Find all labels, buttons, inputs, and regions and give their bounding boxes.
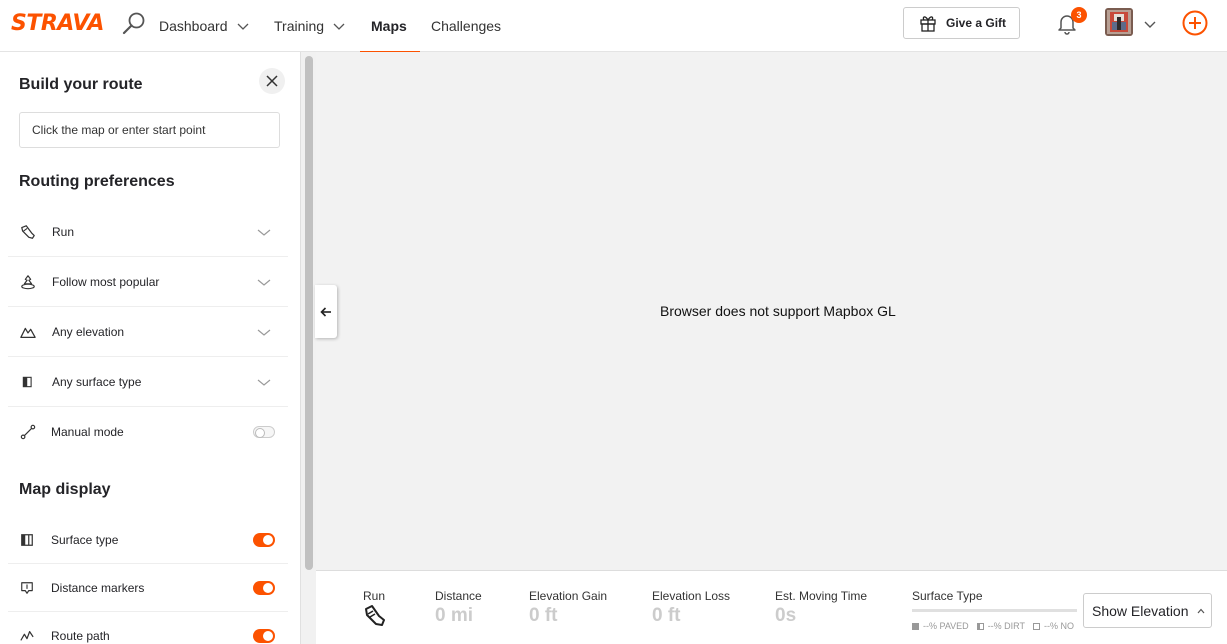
manual-mode-toggle[interactable] [253, 426, 275, 438]
nav-training-label: Training [274, 18, 325, 34]
nav-maps[interactable]: Maps [360, 0, 420, 53]
chevron-down-icon [257, 279, 271, 286]
shoe-icon [365, 605, 385, 626]
surface-icon [19, 373, 37, 391]
distance-markers-row: Distance markers [8, 564, 288, 612]
elevation-loss-label: Elevation Loss [652, 589, 731, 603]
surface-type-summary-label: Surface Type [912, 589, 983, 603]
elevation-gain-label: Elevation Gain [529, 589, 608, 603]
close-icon [266, 75, 278, 87]
moving-time-stat: Est. Moving Time 0s [775, 589, 867, 627]
surface-type-summary: Surface Type --% PAVED --% DIRT --% NO [912, 589, 1082, 631]
popular-icon [19, 273, 37, 291]
route-path-label: Route path [51, 628, 110, 643]
distance-markers-toggle[interactable] [253, 580, 275, 595]
elevation-gain-stat: Elevation Gain 0 ft [529, 589, 607, 627]
manual-mode-row: Manual mode [8, 407, 288, 457]
elevation-loss-stat: Elevation Loss 0 ft [652, 589, 730, 627]
start-point-input[interactable] [19, 112, 280, 148]
legend-paved-label: --% PAVED [923, 621, 969, 631]
moving-time-label: Est. Moving Time [775, 589, 868, 603]
chevron-down-icon[interactable] [1143, 17, 1157, 31]
show-elevation-button[interactable]: Show Elevation [1083, 593, 1212, 628]
chevron-down-icon [333, 23, 345, 30]
arrow-left-icon [320, 306, 331, 317]
route-path-row: Route path [8, 612, 288, 644]
map-unsupported-message: Browser does not support Mapbox GL [660, 303, 896, 319]
shoe-icon [19, 223, 37, 241]
avatar-image [1105, 8, 1133, 36]
add-plus-icon[interactable] [1182, 10, 1208, 36]
legend-unknown: --% NO [1033, 621, 1074, 631]
notification-badge: 3 [1071, 7, 1087, 23]
avatar[interactable] [1105, 8, 1133, 36]
chevron-down-icon [257, 329, 271, 336]
gift-icon [920, 16, 936, 32]
route-builder-sidebar: Build your route Routing preferences Run… [0, 52, 300, 644]
elevation-loss-value: 0 ft [652, 605, 681, 626]
paved-swatch [912, 622, 919, 630]
distance-markers-label: Distance markers [51, 580, 145, 595]
activity-type-label: Run [363, 589, 386, 603]
chevron-up-icon [1197, 608, 1204, 613]
routing-elevation-label: Any elevation [52, 324, 125, 339]
map-canvas[interactable]: Browser does not support Mapbox GL [316, 52, 1227, 570]
map-display-title: Map display [19, 481, 111, 498]
close-button[interactable] [259, 68, 285, 94]
moving-time-value: 0s [775, 605, 797, 626]
give-a-gift-label: Give a Gift [946, 16, 1007, 30]
chevron-down-icon [257, 229, 271, 236]
routing-preferences-title: Routing preferences [19, 173, 175, 190]
surface-type-bar [912, 609, 1077, 612]
legend-unknown-label: --% NO [1044, 621, 1075, 631]
unknown-swatch [1033, 622, 1041, 630]
distance-value: 0 mi [435, 605, 474, 626]
search-icon[interactable] [121, 10, 149, 38]
manual-route-icon [19, 423, 37, 441]
elevation-gain-value: 0 ft [529, 605, 558, 626]
route-path-toggle[interactable] [253, 628, 275, 643]
surface-type-label: Surface type [51, 532, 119, 547]
show-elevation-label: Show Elevation [1092, 602, 1189, 619]
legend-dirt-label: --% DIRT [987, 621, 1026, 631]
dirt-swatch [976, 622, 984, 630]
give-a-gift-button[interactable]: Give a Gift [903, 7, 1020, 39]
routing-popularity-select[interactable]: Follow most popular [8, 257, 288, 307]
strava-logo[interactable]: STRAVA [11, 11, 104, 36]
nav-maps-label: Maps [371, 18, 407, 34]
build-route-title: Build your route [19, 76, 143, 93]
chevron-down-icon [257, 379, 271, 386]
manual-mode-label: Manual mode [51, 425, 124, 439]
collapse-sidebar-button[interactable] [315, 285, 337, 338]
routing-surface-select[interactable]: Any surface type [8, 357, 288, 407]
nav-training[interactable]: Training [274, 0, 345, 52]
elevation-icon [19, 323, 37, 341]
distance-label: Distance [435, 589, 482, 603]
routing-popularity-label: Follow most popular [52, 274, 160, 289]
surface-type-toggle[interactable] [253, 532, 275, 547]
chevron-down-icon [237, 23, 248, 30]
nav-dashboard-label: Dashboard [159, 18, 228, 34]
surface-type-row: Surface type [8, 516, 288, 564]
surface-legend: --% PAVED --% DIRT --% NO [912, 621, 1076, 631]
legend-paved: --% PAVED [912, 621, 969, 631]
routing-surface-label: Any surface type [52, 374, 142, 389]
activity-type-stat: Run [363, 589, 387, 633]
scrollbar-thumb[interactable] [305, 56, 313, 570]
route-path-icon [19, 628, 35, 644]
top-navigation-bar: STRAVA Dashboard Training Maps Challenge… [0, 0, 1227, 53]
surface-type-icon [19, 532, 35, 548]
nav-challenges-label: Challenges [431, 18, 502, 34]
legend-dirt: --% DIRT [976, 621, 1026, 631]
routing-elevation-select[interactable]: Any elevation [8, 307, 288, 357]
route-stats-bar: Run Distance 0 mi Elevation Gain 0 ft El… [316, 570, 1227, 644]
sidebar-scrollbar[interactable] [300, 52, 316, 644]
distance-marker-icon [19, 580, 35, 596]
nav-dashboard[interactable]: Dashboard [159, 0, 249, 52]
routing-activity-label: Run [52, 224, 75, 239]
distance-stat: Distance 0 mi [435, 589, 482, 627]
routing-activity-select[interactable]: Run [8, 207, 288, 257]
nav-challenges[interactable]: Challenges [431, 0, 501, 52]
